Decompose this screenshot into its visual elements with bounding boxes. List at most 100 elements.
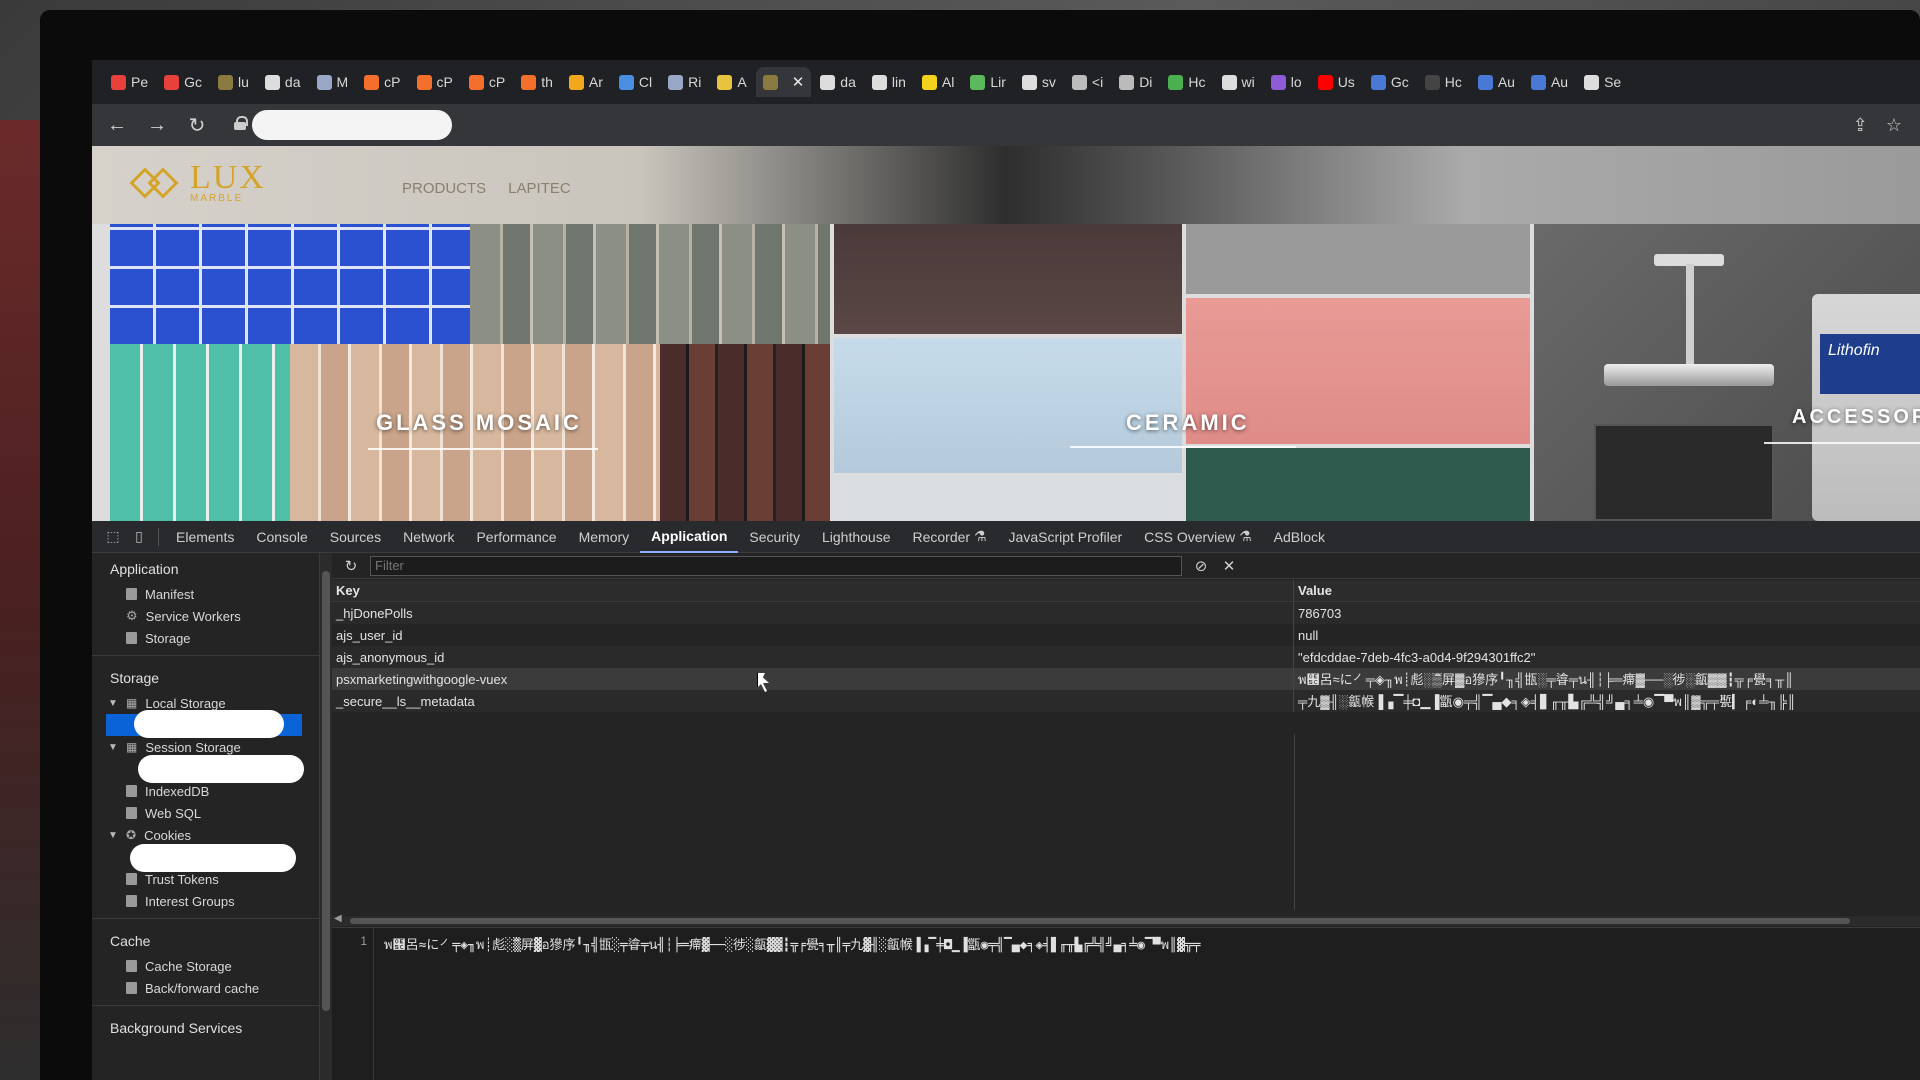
browser-tab[interactable]: wi	[1215, 67, 1262, 97]
cell-value[interactable]: "efdcddae-7deb-4fc3-a0d4-9f294301ffc2"	[1294, 646, 1920, 668]
cell-key[interactable]: _hjDonePolls	[332, 602, 1294, 624]
browser-tab[interactable]: ✕	[755, 67, 812, 97]
scrollbar-thumb[interactable]	[322, 571, 330, 1011]
browser-tab[interactable]: cP	[410, 67, 460, 97]
table-row[interactable]: _hjDonePolls 786703	[332, 602, 1920, 624]
close-tab-icon[interactable]: ✕	[792, 73, 805, 91]
browser-tab[interactable]: <i	[1065, 67, 1110, 97]
scrollbar-thumb[interactable]	[350, 918, 1850, 924]
glass-mosaic-panel[interactable]: GLASS MOSAIC	[110, 224, 830, 521]
browser-tab[interactable]: Lir	[963, 67, 1013, 97]
browser-tab[interactable]: Hc	[1161, 67, 1212, 97]
cell-key[interactable]: ajs_anonymous_id	[332, 646, 1294, 668]
table-row[interactable]: psxmarketingwithgoogle-vuex พ๜呂≈に㇒╤◈╖พ┊彪░…	[332, 668, 1920, 690]
tab-network[interactable]: Network	[392, 521, 465, 553]
tab-application[interactable]: Application	[640, 521, 739, 553]
sidebar-item-cache-storage[interactable]: Cache Storage	[92, 955, 319, 977]
bookmark-star-icon[interactable]: ☆	[1886, 115, 1902, 136]
browser-tab[interactable]: Al	[915, 67, 961, 97]
table-row[interactable]: ajs_anonymous_id "efdcddae-7deb-4fc3-a0d4…	[332, 646, 1920, 668]
sidebar-item-back-forward-cache[interactable]: Back/forward cache	[92, 977, 319, 999]
sidebar-item-cookies-origin[interactable]	[92, 844, 319, 872]
browser-tab[interactable]: th	[514, 67, 560, 97]
cell-value[interactable]: พ๜呂≈に㇒╤◈╖พ┊彪░▒ิ屏▓อ㺑序╹╖╣㽍░╤㽏╤น╢┆╞═㿃▓──░徏░…	[1294, 668, 1920, 690]
browser-tab[interactable]: Se	[1577, 67, 1628, 97]
browser-tab[interactable]: cP	[462, 67, 512, 97]
tab-sources[interactable]: Sources	[319, 521, 392, 553]
browser-tab[interactable]: da	[813, 67, 863, 97]
sidebar-item-manifest[interactable]: Manifest	[92, 583, 319, 605]
nav-lapitec[interactable]: LAPITEC	[508, 180, 571, 197]
tab-lighthouse[interactable]: Lighthouse	[811, 521, 902, 553]
sidebar-scrollbar[interactable]	[320, 553, 332, 1080]
browser-tab[interactable]: lo	[1264, 67, 1309, 97]
scroll-left-icon[interactable]: ◀	[334, 913, 342, 924]
tab-css-overview[interactable]: CSS Overview ⚗	[1133, 521, 1262, 553]
cell-value[interactable]: ╤九▓╢░㽂帿▐▗▔╪◘▁▐㽆◉╤╣▔▄◆╕◈╡▋╓╥▙╔╩╣╝▄╕╧◉▔▀พ║…	[1294, 690, 1920, 712]
share-icon[interactable]: ⇪	[1853, 115, 1868, 136]
table-row[interactable]: _secure__ls__metadata ╤九▓╢░㽂帿▐▗▔╪◘▁▐㽆◉╤╣▔…	[332, 690, 1920, 712]
sidebar-item-web-sql[interactable]: Web SQL	[92, 802, 319, 824]
browser-tab[interactable]: lu	[211, 67, 256, 97]
accessories-panel[interactable]: Lithofin ACCESSORIE	[1534, 224, 1920, 521]
tab-elements[interactable]: Elements	[165, 521, 245, 553]
browser-tab[interactable]: Di	[1112, 67, 1159, 97]
inspect-element-icon[interactable]: ⬚	[100, 527, 126, 547]
browser-tab[interactable]: cP	[357, 67, 407, 97]
site-logo[interactable]: LUX MARBLE	[129, 161, 266, 204]
browser-tab[interactable]: Us	[1311, 67, 1362, 97]
cell-value[interactable]: null	[1294, 624, 1920, 646]
column-header-value[interactable]: Value	[1294, 580, 1920, 601]
ceramic-panel[interactable]: CERAMIC	[834, 224, 1530, 521]
sidebar-item-service-workers[interactable]: ⚙ Service Workers	[92, 605, 319, 627]
filter-input[interactable]	[370, 555, 1182, 576]
device-toolbar-icon[interactable]: ▯	[126, 527, 152, 547]
cell-value[interactable]: 786703	[1294, 602, 1920, 624]
browser-tab[interactable]: Cl	[612, 67, 659, 97]
browser-tab[interactable]: M	[310, 67, 356, 97]
nav-products[interactable]: PRODUCTS	[402, 180, 486, 197]
browser-tab[interactable]: sv	[1015, 67, 1063, 97]
tab-adblock[interactable]: AdBlock	[1263, 521, 1336, 553]
delete-selected-icon[interactable]: ✕	[1220, 557, 1238, 575]
sidebar-item-local-storage-origin[interactable]	[106, 710, 302, 738]
sidebar-item-storage[interactable]: Storage	[92, 627, 319, 649]
back-icon[interactable]: ←	[106, 114, 128, 137]
forward-icon[interactable]: →	[146, 114, 168, 137]
tab-performance[interactable]: Performance	[465, 521, 567, 553]
sidebar-item-session-storage-origin[interactable]	[92, 755, 319, 783]
browser-tab[interactable]: Gc	[157, 67, 209, 97]
sidebar-item-cookies[interactable]: ▼ ✪ Cookies	[92, 824, 319, 846]
browser-tab[interactable]: Ri	[661, 67, 708, 97]
browser-tab[interactable]: Au	[1471, 67, 1522, 97]
sidebar-item-interest-groups[interactable]: Interest Groups	[92, 890, 319, 912]
horizontal-scrollbar[interactable]: ◀	[332, 913, 1920, 926]
sidebar-item-indexeddb[interactable]: IndexedDB	[92, 780, 319, 802]
browser-tab[interactable]: Ar	[562, 67, 610, 97]
table-row[interactable]: ajs_user_id null	[332, 624, 1920, 646]
tab-memory[interactable]: Memory	[568, 521, 641, 553]
column-header-key[interactable]: Key	[332, 580, 1294, 601]
tab-console[interactable]: Console	[245, 521, 318, 553]
cell-key[interactable]: ajs_user_id	[332, 624, 1294, 646]
expand-arrow-icon[interactable]: ▼	[108, 830, 118, 841]
address-bar[interactable]	[234, 110, 452, 140]
expand-arrow-icon[interactable]: ▼	[108, 742, 118, 753]
browser-tab[interactable]: Au	[1524, 67, 1575, 97]
tab-javascript-profiler[interactable]: JavaScript Profiler	[998, 521, 1134, 553]
browser-tab[interactable]: lin	[865, 67, 913, 97]
reload-icon[interactable]: ↻	[186, 113, 208, 138]
tab-recorder[interactable]: Recorder ⚗	[902, 521, 998, 553]
cell-key[interactable]: psxmarketingwithgoogle-vuex	[332, 668, 1294, 690]
refresh-icon[interactable]: ↻	[342, 557, 360, 575]
accessories-underline	[1764, 442, 1920, 444]
browser-tab[interactable]: da	[258, 67, 308, 97]
browser-tab[interactable]: A	[710, 67, 753, 97]
cell-key[interactable]: _secure__ls__metadata	[332, 690, 1294, 712]
browser-tab[interactable]: Gc	[1364, 67, 1416, 97]
browser-tab[interactable]: Hc	[1418, 67, 1469, 97]
browser-tab[interactable]: Pe	[104, 67, 155, 97]
tab-security[interactable]: Security	[738, 521, 811, 553]
clear-all-icon[interactable]: ⊘	[1192, 557, 1210, 575]
expand-arrow-icon[interactable]: ▼	[108, 698, 118, 709]
